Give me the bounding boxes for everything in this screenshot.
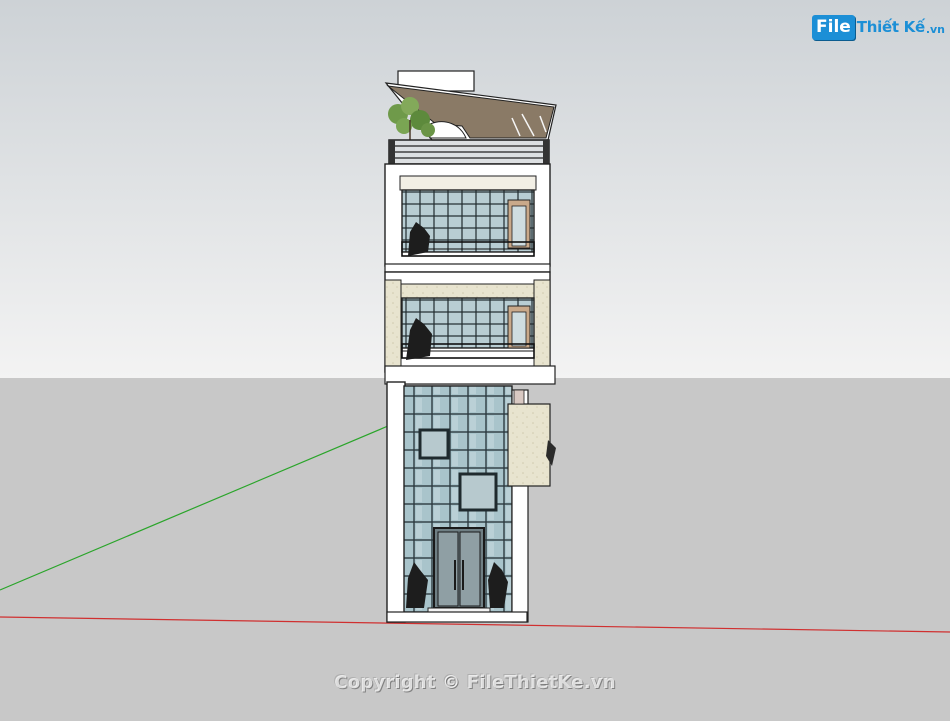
- copyright-watermark: Copyright © FileThietKe.vn: [334, 672, 616, 693]
- third-floor: [384, 163, 551, 273]
- logo-tld: .vn: [925, 22, 945, 36]
- logo-badge: File: [812, 14, 855, 40]
- second-floor: [384, 271, 556, 385]
- site-logo[interactable]: File Thiết Kế .vn: [812, 12, 945, 42]
- sketchup-viewport: [0, 0, 950, 721]
- logo-name: Thiết Kế: [856, 18, 925, 36]
